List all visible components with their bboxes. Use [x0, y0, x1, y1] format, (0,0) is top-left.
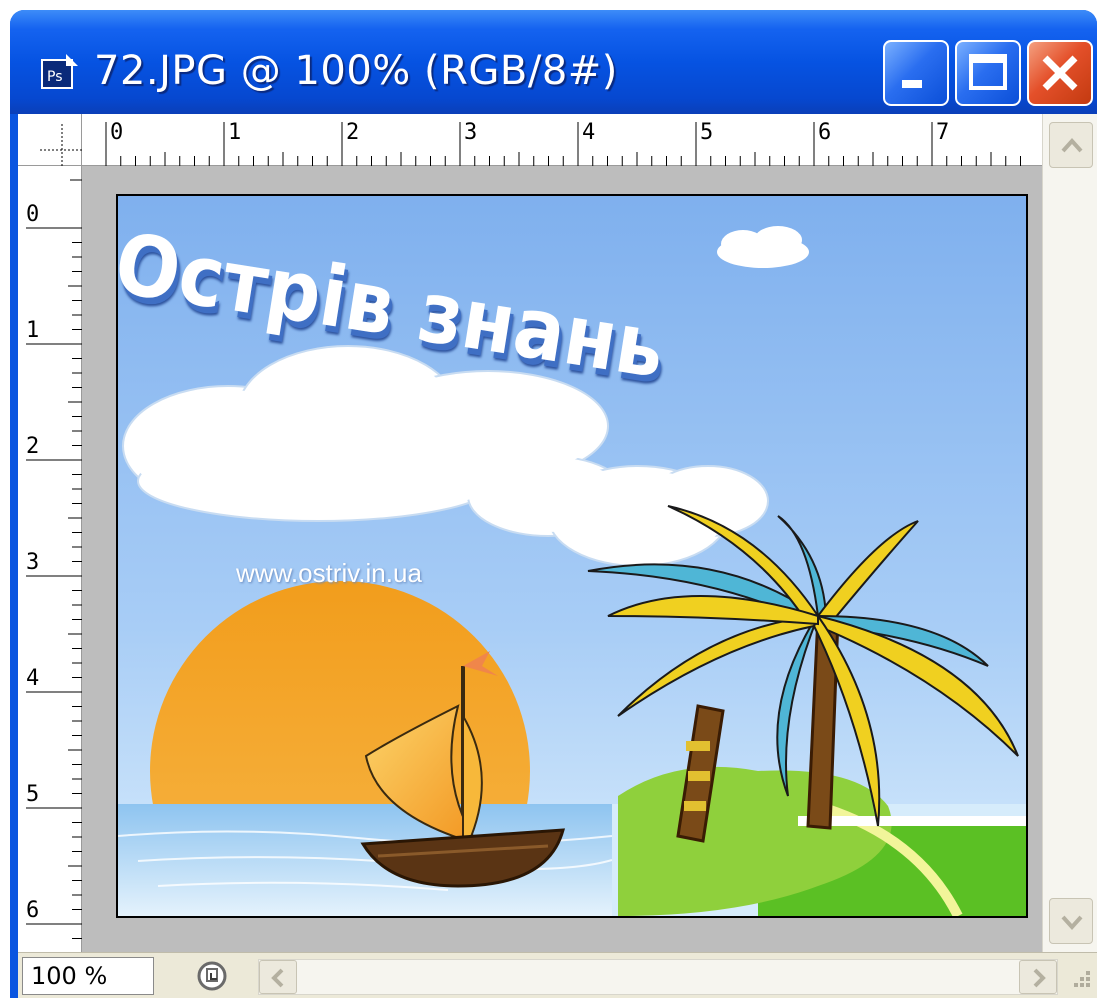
status-info-icon[interactable] — [194, 959, 230, 993]
chevron-left-icon — [271, 968, 284, 988]
close-button[interactable] — [1027, 40, 1093, 106]
scroll-up-button[interactable] — [1049, 122, 1093, 168]
app-icon-label: Ps — [47, 69, 63, 85]
scroll-left-button[interactable] — [259, 960, 297, 994]
minimize-icon — [902, 80, 922, 88]
hruler-label-7: 7 — [936, 120, 950, 145]
title-bar[interactable]: Ps 72.JPG @ 100% (RGB/8#) — [10, 10, 1097, 114]
scroll-right-button[interactable] — [1019, 960, 1057, 994]
window-title: 72.JPG @ 100% (RGB/8#) — [94, 48, 618, 94]
artwork-url: www.ostriv.in.ua — [236, 558, 422, 588]
vertical-ruler[interactable]: 0 1 2 3 4 5 6 — [18, 166, 82, 952]
canvas-area[interactable]: Острів знань www.ostriv.in.ua — [82, 166, 1042, 952]
resize-grip-icon[interactable] — [1066, 963, 1094, 993]
vertical-scrollbar[interactable] — [1042, 114, 1097, 952]
chevron-up-icon — [1061, 138, 1083, 153]
document-image[interactable]: Острів знань www.ostriv.in.ua — [116, 194, 1028, 918]
document-window: Ps 72.JPG @ 100% (RGB/8#) 0 1 2 3 4 5 6 … — [10, 10, 1097, 998]
vruler-label-2: 2 — [26, 434, 40, 459]
chevron-right-icon — [1033, 968, 1046, 988]
scroll-down-button[interactable] — [1049, 898, 1093, 944]
horizontal-ruler-ticks — [105, 122, 1021, 166]
hruler-label-5: 5 — [700, 120, 714, 145]
vruler-label-5: 5 — [26, 782, 40, 807]
minimize-button[interactable] — [883, 40, 949, 106]
hruler-label-0: 0 — [110, 120, 124, 145]
vruler-label-4: 4 — [26, 666, 40, 691]
hruler-label-1: 1 — [228, 120, 242, 145]
ruler-origin[interactable] — [18, 114, 82, 166]
maximize-icon — [969, 54, 1007, 90]
horizontal-ruler[interactable]: 0 1 2 3 4 5 6 7 — [82, 114, 1042, 166]
document-client-area: 0 1 2 3 4 5 6 7 0 1 2 3 4 5 6 Острів зна… — [18, 114, 1097, 998]
ruler-origin-icon — [40, 124, 82, 166]
horizontal-scrollbar[interactable] — [258, 959, 1058, 995]
chevron-down-icon — [1061, 915, 1083, 930]
hruler-label-6: 6 — [818, 120, 832, 145]
close-icon — [1042, 55, 1078, 91]
zoom-level-field[interactable]: 100 % — [22, 957, 154, 995]
status-bar: 100 % — [18, 952, 1097, 998]
photoshop-icon[interactable]: Ps — [40, 54, 82, 92]
vruler-label-1: 1 — [26, 318, 40, 343]
hruler-label-3: 3 — [464, 120, 478, 145]
maximize-button[interactable] — [955, 40, 1021, 106]
vruler-label-3: 3 — [26, 550, 40, 575]
vruler-label-6: 6 — [26, 898, 40, 923]
vruler-label-0: 0 — [26, 202, 40, 227]
hruler-label-4: 4 — [582, 120, 596, 145]
hruler-label-2: 2 — [346, 120, 360, 145]
